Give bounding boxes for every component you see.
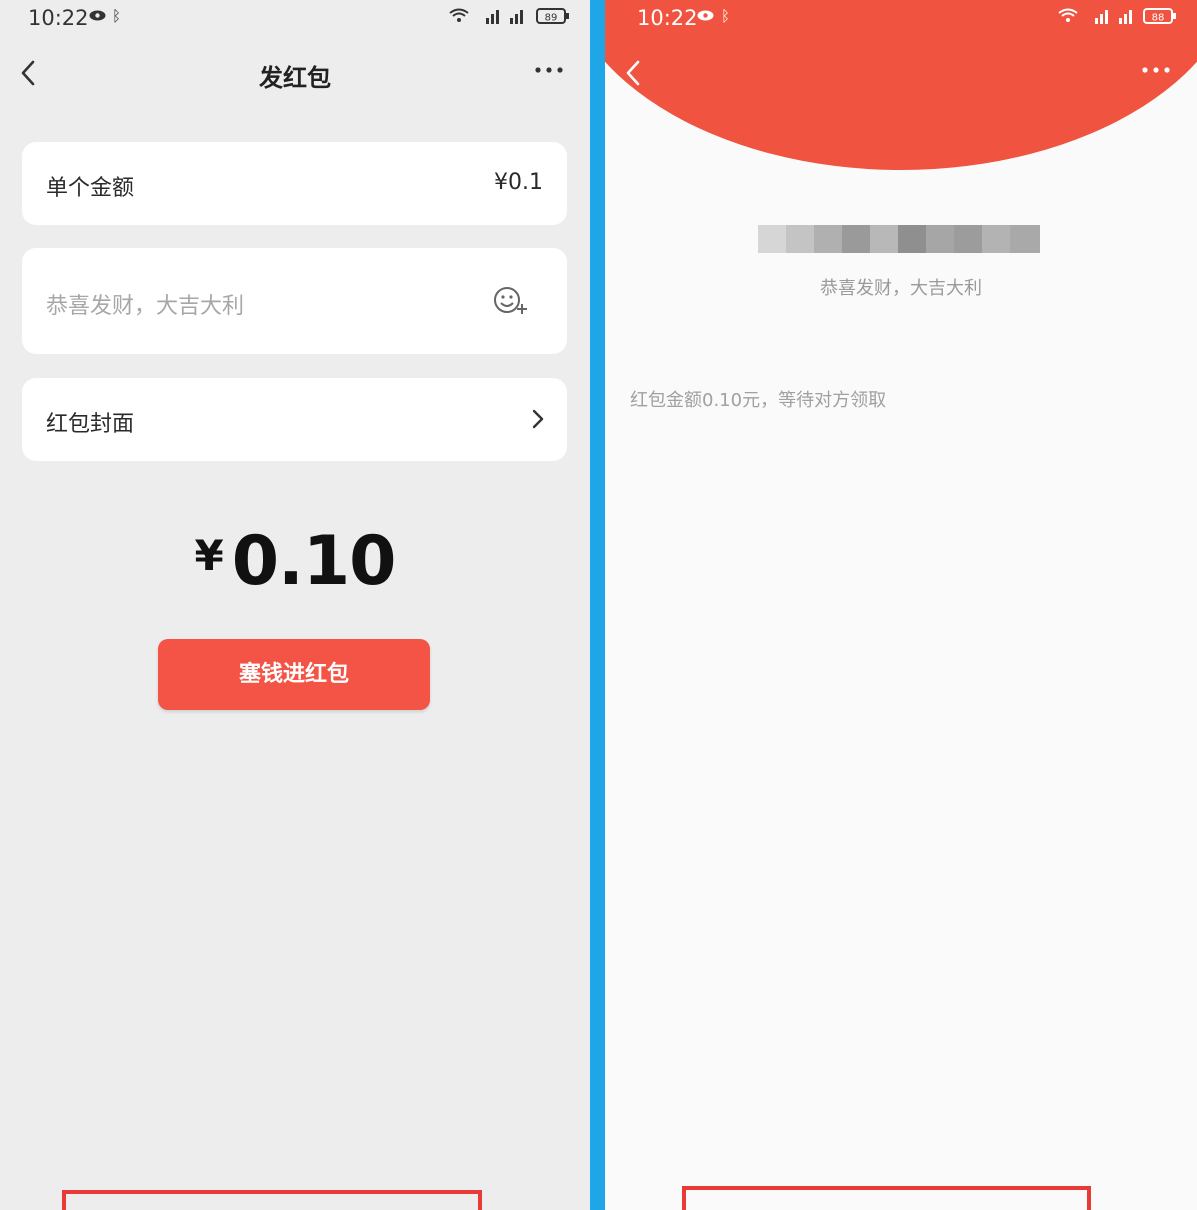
more-icon[interactable] xyxy=(534,64,564,76)
status-time: 10:22 xyxy=(637,6,698,30)
total-value: 0.10 xyxy=(231,522,397,601)
svg-text:89: 89 xyxy=(545,13,558,24)
status-bar: 10:22 ᛒ 88 xyxy=(605,0,1197,36)
signal-icon xyxy=(1058,8,1132,24)
page-title: 发红包 xyxy=(259,64,331,92)
signal-icon xyxy=(449,8,523,24)
red-packet-sent-screen: 10:22 ᛒ 88 恭喜发财，大吉大利 红包金额0.10元，等待对方领取 xyxy=(605,0,1197,1210)
cover-row[interactable]: 红包封面 xyxy=(22,378,567,461)
more-icon[interactable] xyxy=(1141,64,1171,76)
back-icon[interactable] xyxy=(621,58,647,88)
svg-text:88: 88 xyxy=(1152,13,1165,24)
bluetooth-icon: ᛒ xyxy=(721,7,731,25)
highlight-box xyxy=(62,1190,482,1210)
status-time: 10:22 xyxy=(28,6,89,30)
send-money-button[interactable]: 塞钱进红包 xyxy=(158,639,430,710)
cover-label: 红包封面 xyxy=(46,412,135,437)
eye-icon xyxy=(697,10,714,21)
greeting-field[interactable]: 恭喜发财，大吉大利 xyxy=(22,248,567,354)
bluetooth-icon: ᛒ xyxy=(112,7,122,25)
blurred-sender-name xyxy=(758,225,1040,253)
amount-row[interactable]: 单个金额 ¥0.1 xyxy=(22,142,567,225)
highlight-box xyxy=(682,1186,1091,1210)
emoji-add-icon[interactable] xyxy=(491,284,529,318)
total-amount: ¥0.10 xyxy=(0,522,590,601)
battery-icon: 89 xyxy=(536,8,569,24)
send-red-packet-screen: 10:22 ᛒ 89 发红包 单个金额 ¥0.1 恭喜发财，大吉大利 红包封面 … xyxy=(0,0,590,1210)
amount-label: 单个金额 xyxy=(46,176,135,201)
nav-bar: 发红包 xyxy=(0,48,590,100)
greeting-text: 恭喜发财，大吉大利 xyxy=(820,278,982,299)
currency-symbol: ¥ xyxy=(194,531,224,580)
chevron-right-icon xyxy=(532,409,544,429)
packet-status-text: 红包金额0.10元，等待对方领取 xyxy=(630,390,887,411)
greeting-placeholder: 恭喜发财，大吉大利 xyxy=(46,294,245,319)
status-bar: 10:22 ᛒ 89 xyxy=(0,0,590,36)
nav-bar xyxy=(605,48,1197,100)
amount-value: ¥0.1 xyxy=(494,170,543,195)
battery-icon: 88 xyxy=(1143,8,1176,24)
eye-icon xyxy=(89,10,106,21)
